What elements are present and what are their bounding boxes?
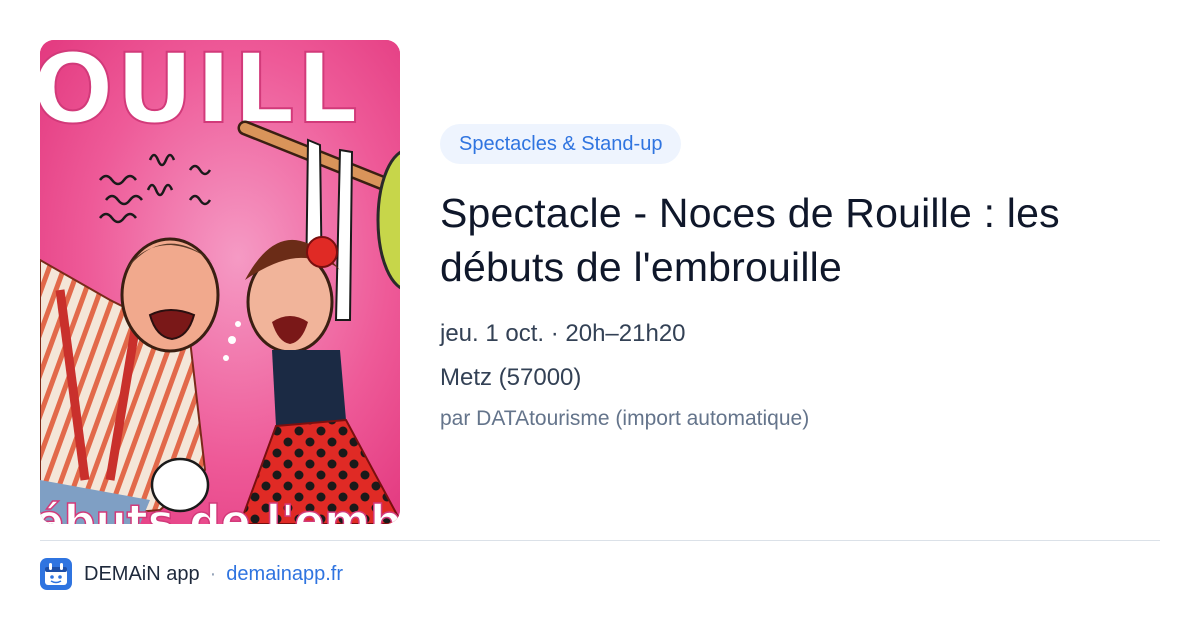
event-details: Spectacles & Stand-up Spectacle - Noces … [440, 124, 1160, 432]
footer: DEMAiN app · demainapp.fr [40, 558, 343, 590]
event-source: par DATAtourisme (import automatique) [440, 407, 810, 430]
app-link[interactable]: demainapp.fr [226, 563, 343, 586]
category-chip[interactable]: Spectacles & Stand-up [440, 124, 682, 164]
poster-bottom-text: ébuts de l'embro [40, 496, 400, 524]
poster-top-text: OUILL [40, 40, 360, 145]
footer-separator: · [209, 562, 217, 585]
app-logo-icon[interactable] [40, 558, 72, 590]
event-datetime: jeu. 1 oct. · 20h–21h20 [440, 320, 686, 347]
event-poster-image[interactable]: OUILL ébuts de l'emb [40, 40, 400, 524]
app-name: DEMAiN app [84, 562, 200, 585]
footer-divider [40, 540, 1160, 541]
event-title[interactable]: Spectacle - Noces de Rouille : les début… [440, 186, 1160, 294]
event-location: Metz (57000) [440, 364, 582, 391]
poster-illustration: OUILL ébuts de l'emb [40, 40, 400, 524]
